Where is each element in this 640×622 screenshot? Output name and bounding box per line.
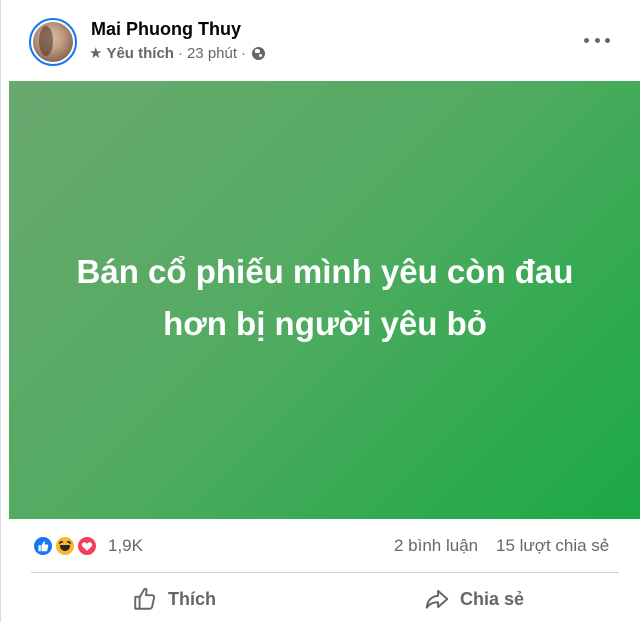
like-button-label: Thích <box>168 588 216 609</box>
avatar[interactable] <box>29 18 77 66</box>
thumbs-up-icon <box>134 587 156 610</box>
post-text-line-1: Bán cổ phiếu mình yêu còn đau <box>76 252 574 290</box>
share-button-label: Chia sẻ <box>460 588 525 609</box>
post-card: Mai Phuong Thuy ★ Yêu thích · 23 phút · … <box>0 0 640 622</box>
haha-icon <box>54 535 76 557</box>
favorite-label: Yêu thích <box>106 44 174 62</box>
share-button[interactable]: Chia sẻ <box>424 580 524 618</box>
star-icon: ★ <box>89 45 103 62</box>
shares-count[interactable]: 15 lượt chia sẻ <box>496 536 609 556</box>
author-name[interactable]: Mai Phuong Thuy <box>91 19 241 40</box>
reaction-count[interactable]: 1,9K <box>108 536 143 556</box>
like-button[interactable]: Thích <box>132 580 216 618</box>
post-time[interactable]: 23 phút <box>187 45 237 62</box>
avatar-image <box>33 22 73 62</box>
meta-separator: · <box>241 44 247 62</box>
share-arrow-icon <box>425 589 449 609</box>
globe-icon[interactable] <box>252 46 266 60</box>
love-icon <box>76 535 98 557</box>
comments-count[interactable]: 2 bình luận <box>394 536 478 556</box>
more-options-icon[interactable] <box>584 30 610 50</box>
post-content: Bán cổ phiếu mình yêu còn đau hơn bị ngư… <box>9 81 640 519</box>
divider <box>31 572 619 573</box>
like-icon <box>32 535 54 557</box>
post-header: Mai Phuong Thuy ★ Yêu thích · 23 phút · <box>1 0 640 80</box>
post-meta: ★ Yêu thích · 23 phút · <box>89 44 266 62</box>
reaction-icons[interactable] <box>32 535 102 557</box>
post-text: Bán cổ phiếu mình yêu còn đau hơn bị ngư… <box>35 246 615 350</box>
post-text-line-2: hơn bị người yêu bỏ <box>163 304 487 342</box>
meta-separator: · <box>177 44 183 62</box>
